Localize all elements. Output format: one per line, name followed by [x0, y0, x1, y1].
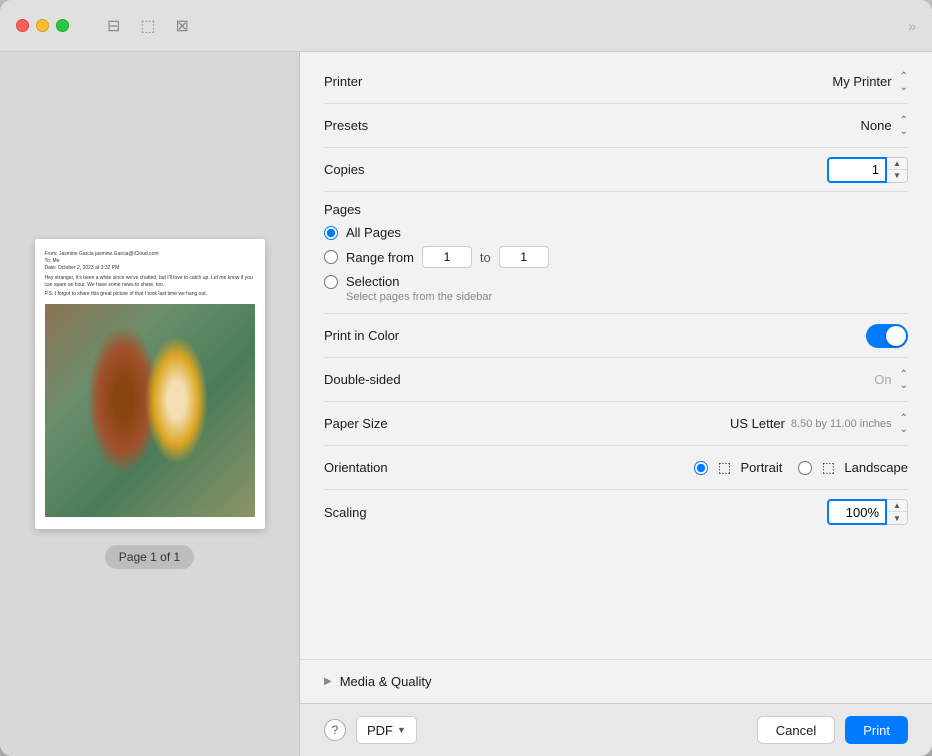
print-color-toggle[interactable]: [866, 324, 908, 348]
range-pages-radio[interactable]: [324, 250, 338, 264]
pdf-button[interactable]: PDF ▼: [356, 716, 417, 744]
range-from-input[interactable]: [422, 246, 472, 268]
all-pages-label[interactable]: All Pages: [346, 225, 401, 240]
scaling-decrement-button[interactable]: ▼: [887, 512, 907, 524]
printer-stepper-icon: ⌃⌄: [900, 71, 908, 93]
archive-icon[interactable]: ⊟: [107, 16, 120, 36]
copies-input[interactable]: [827, 157, 887, 183]
portrait-icon: ⬚: [714, 458, 734, 478]
close-button[interactable]: [16, 19, 29, 32]
print-color-value: [866, 324, 908, 348]
selection-note: Select pages from the sidebar: [346, 291, 908, 303]
presets-stepper-icon: ⌃⌄: [900, 115, 908, 137]
scaling-stepper: ▲ ▼: [827, 499, 908, 525]
presets-label: Presets: [324, 118, 454, 133]
paper-size-dims: 8.50 by 11.00 inches: [791, 418, 892, 430]
all-pages-row: All Pages: [324, 225, 908, 240]
copies-stepper: ▲ ▼: [827, 157, 908, 183]
double-sided-stepper-icon: ⌃⌄: [900, 369, 908, 391]
presets-row: Presets None ⌃⌄: [324, 104, 908, 148]
scaling-stepper-buttons: ▲ ▼: [887, 499, 908, 525]
print-dialog: ⊟ ⬚ ⊠ » From: Jasmine Garcia jasmine.Gar…: [0, 0, 932, 756]
portrait-radio[interactable]: [694, 461, 708, 475]
printer-label: Printer: [324, 74, 454, 89]
portrait-option[interactable]: ⬚ Portrait: [694, 458, 782, 478]
selection-row: Selection: [324, 274, 908, 289]
media-quality-arrow-icon: ▶: [324, 676, 332, 687]
double-sided-row: Double-sided On ⌃⌄: [324, 358, 908, 402]
landscape-icon: ⬚: [818, 458, 838, 478]
maximize-button[interactable]: [56, 19, 69, 32]
pages-label: Pages: [324, 202, 908, 217]
range-from-label[interactable]: Range from: [346, 250, 414, 265]
pdf-label: PDF: [367, 723, 393, 738]
titlebar-toolbar: ⊟ ⬚ ⊠: [107, 16, 189, 36]
landscape-radio[interactable]: [798, 461, 812, 475]
scaling-label: Scaling: [324, 505, 454, 520]
scaling-value: ▲ ▼: [827, 499, 908, 525]
range-to-label: to: [480, 250, 491, 265]
footer: ? PDF ▼ Cancel Print: [300, 703, 932, 756]
main-content: From: Jasmine Garcia jasmine.Garcia@iClo…: [0, 52, 932, 756]
copies-row: Copies ▲ ▼: [324, 148, 908, 192]
close-x-icon[interactable]: ⊠: [176, 16, 189, 36]
print-color-row: Print in Color: [324, 314, 908, 358]
paper-size-value[interactable]: US Letter 8.50 by 11.00 inches ⌃⌄: [730, 413, 908, 435]
scaling-increment-button[interactable]: ▲: [887, 500, 907, 512]
paper-size-row: Paper Size US Letter 8.50 by 11.00 inche…: [324, 402, 908, 446]
scaling-input[interactable]: [827, 499, 887, 525]
double-sided-label: Double-sided: [324, 372, 454, 387]
pdf-chevron-icon: ▼: [397, 725, 406, 735]
selection-label[interactable]: Selection: [346, 274, 399, 289]
preview-panel: From: Jasmine Garcia jasmine.Garcia@iClo…: [0, 52, 300, 756]
settings-rows: Printer My Printer ⌃⌄ Presets None ⌃⌄: [300, 52, 932, 659]
toolbar-expand-icon[interactable]: »: [908, 18, 916, 34]
copies-increment-button[interactable]: ▲: [887, 158, 907, 170]
help-button[interactable]: ?: [324, 719, 346, 741]
trash-icon[interactable]: ⬚: [140, 16, 155, 36]
copies-label: Copies: [324, 162, 454, 177]
print-button[interactable]: Print: [845, 716, 908, 744]
paper-size-stepper-icon: ⌃⌄: [900, 413, 908, 435]
scaling-row: Scaling ▲ ▼: [324, 490, 908, 534]
landscape-label: Landscape: [844, 460, 908, 475]
pages-section: Pages All Pages Range from to Se: [324, 192, 908, 314]
copies-value: ▲ ▼: [827, 157, 908, 183]
minimize-button[interactable]: [36, 19, 49, 32]
printer-row: Printer My Printer ⌃⌄: [324, 60, 908, 104]
all-pages-radio[interactable]: [324, 226, 338, 240]
presets-value[interactable]: None ⌃⌄: [861, 115, 908, 137]
preview-photo: [45, 304, 255, 517]
preview-email-header: From: Jasmine Garcia jasmine.Garcia@iClo…: [45, 251, 255, 298]
orientation-options: ⬚ Portrait ⬚ Landscape: [694, 458, 908, 478]
portrait-label: Portrait: [740, 460, 782, 475]
landscape-option[interactable]: ⬚ Landscape: [798, 458, 908, 478]
footer-actions: Cancel Print: [757, 716, 908, 744]
selection-radio[interactable]: [324, 275, 338, 289]
print-color-label: Print in Color: [324, 328, 454, 343]
double-sided-value[interactable]: On ⌃⌄: [874, 369, 908, 391]
paper-size-label: Paper Size: [324, 416, 454, 431]
page-indicator: Page 1 of 1: [105, 545, 194, 569]
orientation-label: Orientation: [324, 460, 454, 475]
copies-decrement-button[interactable]: ▼: [887, 170, 907, 182]
titlebar: ⊟ ⬚ ⊠ »: [0, 0, 932, 52]
settings-panel: Printer My Printer ⌃⌄ Presets None ⌃⌄: [300, 52, 932, 756]
range-to-input[interactable]: [499, 246, 549, 268]
preview-page: From: Jasmine Garcia jasmine.Garcia@iClo…: [35, 239, 265, 529]
media-quality-label: Media & Quality: [340, 674, 432, 689]
range-row: Range from to: [324, 246, 908, 268]
copies-stepper-buttons: ▲ ▼: [887, 157, 908, 183]
cancel-button[interactable]: Cancel: [757, 716, 835, 744]
traffic-lights: [16, 19, 69, 32]
media-quality-section[interactable]: ▶ Media & Quality: [300, 659, 932, 703]
orientation-row: Orientation ⬚ Portrait ⬚ Landscape: [324, 446, 908, 490]
printer-value[interactable]: My Printer ⌃⌄: [832, 71, 908, 93]
